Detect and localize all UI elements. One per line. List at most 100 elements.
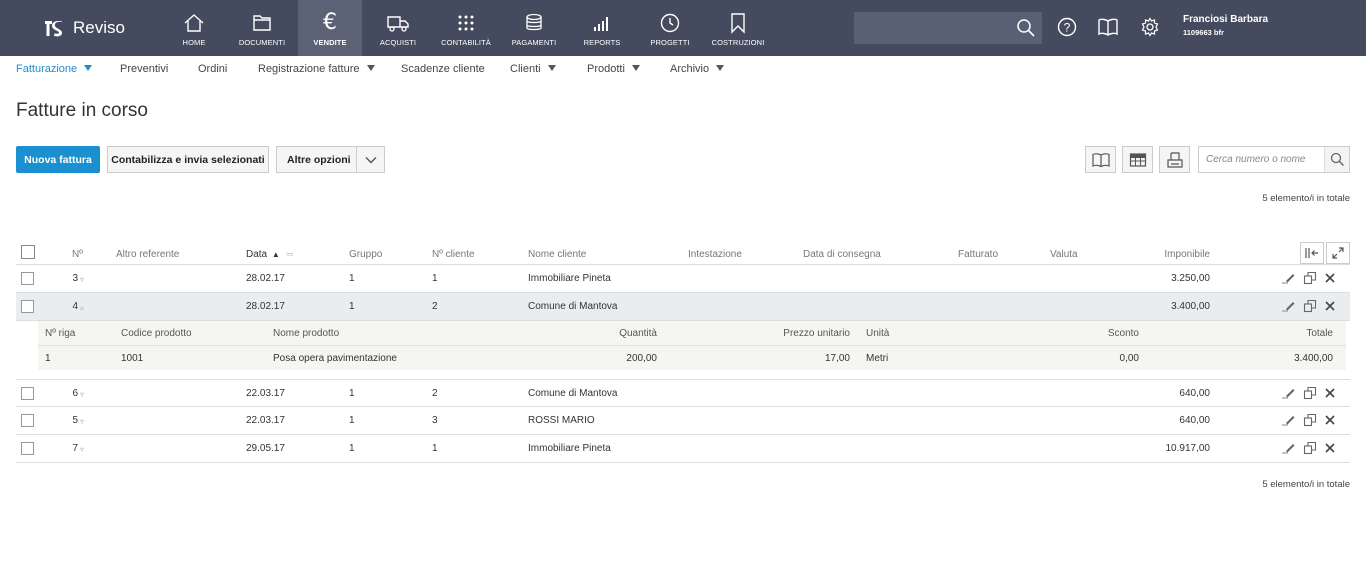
help-icon[interactable]: ?	[1057, 17, 1077, 37]
edit-icon[interactable]	[1280, 441, 1296, 455]
nav-pagamenti[interactable]: PAGAMENTI	[502, 0, 566, 56]
copy-icon[interactable]	[1303, 271, 1317, 285]
expand-row-icon[interactable]: ▿	[80, 417, 84, 426]
subnav-clienti[interactable]: Clienti	[510, 63, 556, 75]
nav-acquisti-label: ACQUISTI	[379, 38, 417, 47]
cell-number: 7	[72, 443, 78, 454]
copy-icon[interactable]	[1303, 299, 1317, 313]
edit-icon[interactable]	[1280, 386, 1296, 400]
subnav-label: Fatturazione	[16, 63, 78, 75]
nav-costruzioni-label: COSTRUZIONI	[711, 38, 765, 47]
cell-client-name: Immobiliare Pineta	[528, 273, 611, 284]
copy-icon[interactable]	[1303, 441, 1317, 455]
new-invoice-button[interactable]: Nuova fattura	[16, 146, 100, 173]
more-options-button[interactable]: Altre opzioni	[276, 146, 385, 173]
subnav-fatturazione[interactable]: Fatturazione	[16, 63, 93, 75]
edit-icon[interactable]	[1280, 271, 1296, 285]
nav-progetti[interactable]: PROGETTI	[638, 0, 702, 56]
nav-home[interactable]: HOME	[162, 0, 226, 56]
reviso-logo[interactable]: Reviso	[43, 15, 125, 41]
list-search-input[interactable]	[1199, 147, 1325, 172]
detail-col-code: Codice prodotto	[121, 328, 192, 339]
row-checkbox[interactable]	[21, 387, 34, 400]
col-numero-cliente[interactable]: Nº cliente	[432, 249, 475, 260]
expand-row-icon[interactable]: ▿	[80, 390, 84, 399]
cell-client-number: 3	[432, 415, 438, 426]
post-selected-button[interactable]: Contabilizza e invia selezionati	[107, 146, 269, 173]
delete-icon[interactable]	[1324, 441, 1336, 455]
print-button[interactable]	[1159, 146, 1190, 173]
row-checkbox[interactable]	[21, 414, 34, 427]
table-row[interactable]: 3 ▿ 28.02.17 1 1 Immobiliare Pineta 3.25…	[16, 265, 1350, 293]
nav-reports[interactable]: REPORTS	[570, 0, 634, 56]
more-options-dropdown[interactable]	[356, 147, 384, 172]
copy-icon[interactable]	[1303, 386, 1317, 400]
grid-icon	[458, 15, 474, 31]
cell-client-number: 2	[432, 301, 438, 312]
subnav-prodotti[interactable]: Prodotti	[587, 63, 640, 75]
nav-contabilita[interactable]: CONTABILITÀ	[434, 0, 498, 56]
collapse-row-icon[interactable]: ▵	[80, 303, 84, 312]
col-number[interactable]: Nº	[72, 249, 83, 260]
view-book-button[interactable]	[1085, 146, 1116, 173]
subnav-registrazione-fatture[interactable]: Registrazione fatture	[258, 63, 375, 75]
nav-documenti[interactable]: DOCUMENTI	[230, 0, 294, 56]
subnav-label: Registrazione fatture	[258, 63, 360, 75]
col-data[interactable]: Data ▲ ═	[246, 249, 293, 260]
subnav-preventivi[interactable]: Preventivi	[120, 63, 168, 75]
nav-contabilita-label: CONTABILITÀ	[441, 38, 491, 47]
delete-icon[interactable]	[1324, 386, 1336, 400]
col-nome-cliente[interactable]: Nome cliente	[528, 249, 586, 260]
nav-acquisti[interactable]: ACQUISTI	[366, 0, 430, 56]
delete-icon[interactable]	[1324, 271, 1336, 285]
gear-icon[interactable]	[1140, 17, 1160, 37]
col-altro-referente[interactable]: Altro referente	[116, 249, 179, 260]
detail-col-unit: Unità	[866, 328, 890, 339]
view-table-button[interactable]	[1122, 146, 1153, 173]
detail-name: Posa opera pavimentazione	[273, 353, 397, 364]
expand-row-icon[interactable]: ▿	[80, 445, 84, 454]
expand-row-icon[interactable]: ▿	[80, 275, 84, 284]
book-icon[interactable]	[1097, 17, 1119, 37]
select-all-checkbox[interactable]	[21, 245, 35, 259]
subnav-ordini[interactable]: Ordini	[198, 63, 227, 75]
user-name[interactable]: Franciosi Barbara	[1183, 14, 1268, 25]
caret-down-icon	[716, 65, 725, 71]
list-search[interactable]	[1198, 146, 1350, 173]
coins-icon	[526, 13, 542, 31]
subnav-scadenze-cliente[interactable]: Scadenze cliente	[401, 63, 485, 75]
table-row[interactable]: 6 ▿ 22.03.17 1 2 Comune di Mantova 640,0…	[16, 379, 1350, 407]
delete-icon[interactable]	[1324, 299, 1336, 313]
copy-icon[interactable]	[1303, 413, 1317, 427]
global-search[interactable]	[854, 12, 1042, 44]
item-count-top: 5 elemento/i in totale	[1262, 193, 1350, 204]
table-row[interactable]: 5 ▿ 22.03.17 1 3 ROSSI MARIO 640,00	[16, 407, 1350, 435]
drag-handle-icon: ═	[286, 249, 293, 259]
col-intestazione[interactable]: Intestazione	[688, 249, 742, 260]
cell-date: 28.02.17	[246, 273, 285, 284]
delete-icon[interactable]	[1324, 413, 1336, 427]
col-gruppo[interactable]: Gruppo	[349, 249, 382, 260]
row-checkbox[interactable]	[21, 442, 34, 455]
list-search-button[interactable]	[1324, 147, 1349, 172]
col-data-consegna[interactable]: Data di consegna	[803, 249, 881, 260]
column-settings-button[interactable]	[1300, 242, 1324, 264]
table-row[interactable]: 7 ▿ 29.05.17 1 1 Immobiliare Pineta 10.9…	[16, 435, 1350, 463]
edit-icon[interactable]	[1280, 413, 1296, 427]
row-checkbox[interactable]	[21, 272, 34, 285]
nav-vendite[interactable]: € VENDITE	[298, 0, 362, 56]
table-row[interactable]: 4 ▵ 28.02.17 1 2 Comune di Mantova 3.400…	[16, 293, 1350, 321]
col-imponibile[interactable]: Imponibile	[1136, 249, 1210, 260]
col-fatturato[interactable]: Fatturato	[958, 249, 998, 260]
cell-client-number: 1	[432, 443, 438, 454]
edit-icon[interactable]	[1280, 299, 1296, 313]
row-checkbox[interactable]	[21, 300, 34, 313]
col-valuta[interactable]: Valuta	[1050, 249, 1078, 260]
cell-date: 28.02.17	[246, 301, 285, 312]
more-options-label: Altre opzioni	[287, 153, 351, 166]
expand-view-button[interactable]	[1326, 242, 1350, 264]
subnav-archivio[interactable]: Archivio	[670, 63, 725, 75]
nav-costruzioni[interactable]: COSTRUZIONI	[706, 0, 770, 56]
chevron-down-icon	[365, 156, 376, 163]
cell-amount: 10.917,00	[1165, 443, 1211, 454]
